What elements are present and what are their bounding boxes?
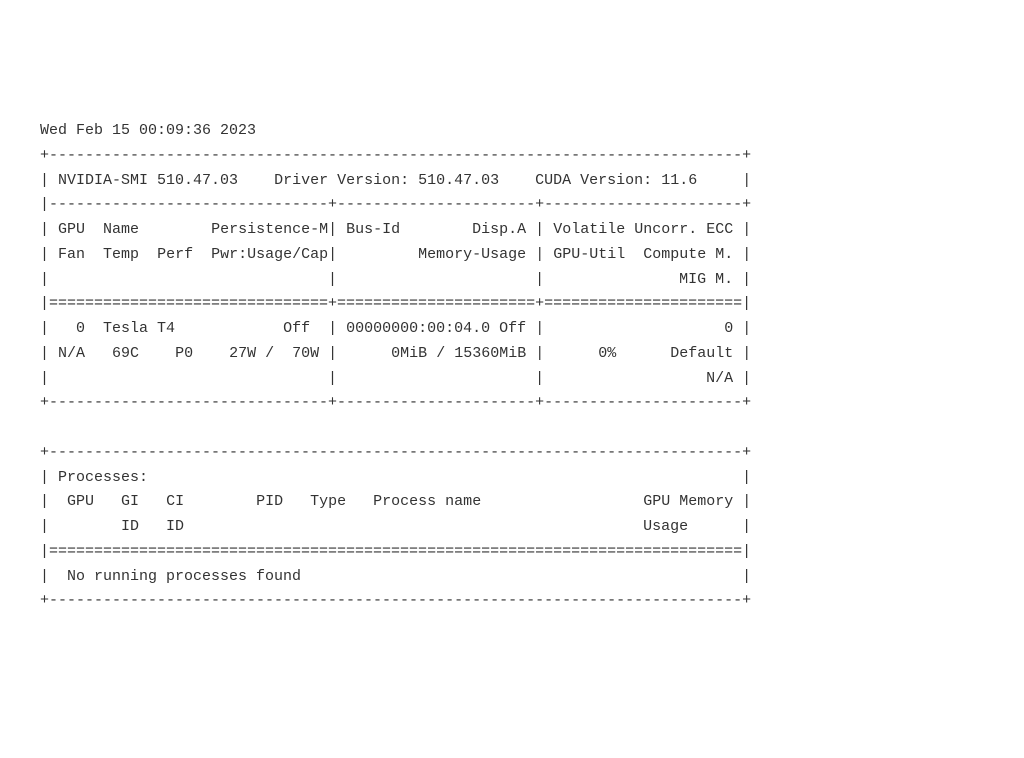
gpu-migm: N/A [706, 370, 733, 387]
gpu-name: Tesla T4 [103, 320, 175, 337]
col-busid: Bus-Id [346, 221, 400, 238]
smi-version: 510.47.03 [157, 172, 238, 189]
processes-message: No running processes found [67, 568, 301, 585]
proc-col-id1: ID [121, 518, 139, 535]
gpu-persistence: Off [283, 320, 310, 337]
gpu-temp: 69C [112, 345, 139, 362]
col-pwr: Pwr:Usage/Cap [211, 246, 328, 263]
proc-col-usage: Usage [643, 518, 688, 535]
col-migm: MIG M. [679, 271, 733, 288]
cuda-version: 11.6 [661, 172, 697, 189]
gpu-fan: N/A [58, 345, 85, 362]
gpu-computem: Default [670, 345, 733, 362]
col-ecc: Volatile Uncorr. ECC [553, 221, 733, 238]
proc-col-id2: ID [166, 518, 184, 535]
driver-version: 510.47.03 [418, 172, 499, 189]
gpu-util: 0% [598, 345, 616, 362]
gpu-mem-total: 15360MiB [454, 345, 526, 362]
gpu-perf: P0 [175, 345, 193, 362]
gpu-pwr-cap: 70W [292, 345, 319, 362]
col-memusage: Memory-Usage [418, 246, 526, 263]
proc-col-ci: CI [166, 493, 184, 510]
gpu-mem-used: 0MiB [391, 345, 427, 362]
gpu-index: 0 [76, 320, 85, 337]
proc-col-name: Process name [373, 493, 481, 510]
nvidia-smi-output: Wed Feb 15 00:09:36 2023 +--------------… [40, 119, 984, 614]
cuda-version-label: CUDA Version: [535, 172, 652, 189]
timestamp: Wed Feb 15 00:09:36 2023 [40, 122, 256, 139]
gpu-dispa: Off [499, 320, 526, 337]
gpu-busid: 00000000:00:04.0 [346, 320, 490, 337]
proc-col-gi: GI [121, 493, 139, 510]
gpu-ecc: 0 [724, 320, 733, 337]
col-computem: Compute M. [643, 246, 733, 263]
col-perf: Perf [157, 246, 193, 263]
col-gpu: GPU [58, 221, 85, 238]
gpu-pwr-usage: 27W [229, 345, 256, 362]
proc-col-type: Type [310, 493, 346, 510]
proc-col-gpu: GPU [67, 493, 94, 510]
col-persistence: Persistence-M [211, 221, 328, 238]
proc-col-mem: GPU Memory [643, 493, 733, 510]
col-dispa: Disp.A [472, 221, 526, 238]
proc-col-pid: PID [256, 493, 283, 510]
driver-version-label: Driver Version: [274, 172, 409, 189]
processes-title: Processes: [58, 469, 148, 486]
col-fan: Fan [58, 246, 85, 263]
col-name: Name [103, 221, 139, 238]
col-gpuutil: GPU-Util [553, 246, 625, 263]
col-temp: Temp [103, 246, 139, 263]
